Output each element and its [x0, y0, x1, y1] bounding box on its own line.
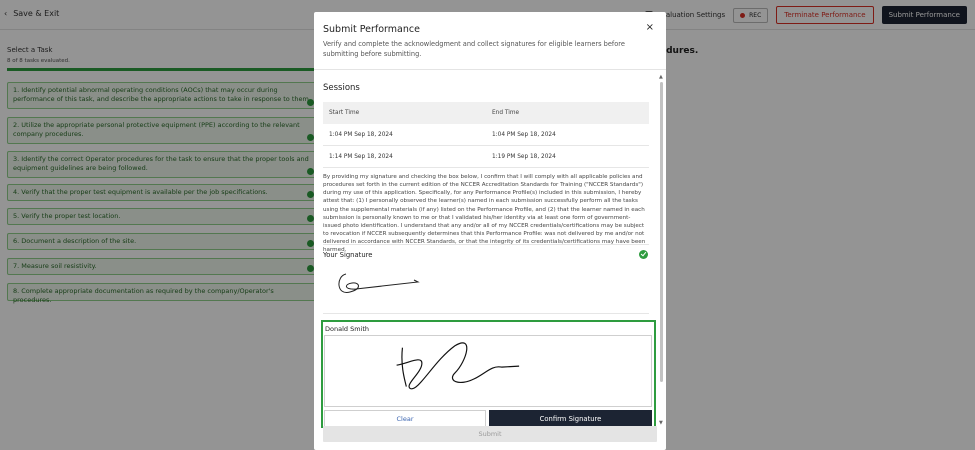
confirm-signature-button[interactable]: Confirm Signature — [489, 410, 652, 427]
table-header: Start Time End Time — [323, 102, 649, 124]
signer-name: Donald Smith — [325, 325, 370, 333]
divider — [323, 244, 649, 245]
close-icon[interactable]: × — [646, 22, 654, 33]
signature-canvas[interactable] — [324, 335, 652, 407]
modal-title: Submit Performance — [323, 24, 420, 35]
divider — [323, 313, 649, 314]
modal-description: Verify and complete the acknowledgment a… — [323, 40, 625, 58]
your-signature-image — [338, 273, 420, 293]
sessions-title: Sessions — [323, 83, 360, 93]
acknowledgment-text: By providing my signature and checking t… — [323, 174, 646, 254]
table-row: 1:04 PM Sep 18, 2024 1:04 PM Sep 18, 202… — [323, 124, 649, 146]
submit-performance-modal: Submit Performance × Verify and complete… — [314, 12, 666, 450]
scroll-down-icon[interactable]: ▼ — [659, 420, 663, 426]
your-signature-label: Your Signature — [323, 251, 373, 259]
submit-button[interactable]: Submit — [323, 426, 657, 442]
scrollbar-thumb[interactable] — [660, 82, 663, 382]
end-time-cell: 1:19 PM Sep 18, 2024 — [492, 153, 556, 160]
modal-body: Sessions Start Time End Time 1:04 PM Sep… — [314, 70, 660, 428]
end-time-cell: 1:04 PM Sep 18, 2024 — [492, 131, 556, 138]
check-circle-icon — [639, 250, 648, 259]
table-row: 1:14 PM Sep 18, 2024 1:19 PM Sep 18, 202… — [323, 146, 649, 168]
start-time-cell: 1:04 PM Sep 18, 2024 — [329, 131, 393, 138]
clear-signature-button[interactable]: Clear — [324, 410, 486, 427]
modal-scrollbar[interactable]: ▲ ▼ — [659, 74, 664, 426]
sessions-table: Start Time End Time 1:04 PM Sep 18, 2024… — [323, 102, 649, 168]
column-header-end: End Time — [492, 110, 520, 116]
scroll-up-icon[interactable]: ▲ — [659, 74, 663, 80]
start-time-cell: 1:14 PM Sep 18, 2024 — [329, 153, 393, 160]
column-header-start: Start Time — [329, 110, 360, 116]
learner-signature-section: Donald Smith Clear Confirm Signature — [321, 320, 656, 428]
